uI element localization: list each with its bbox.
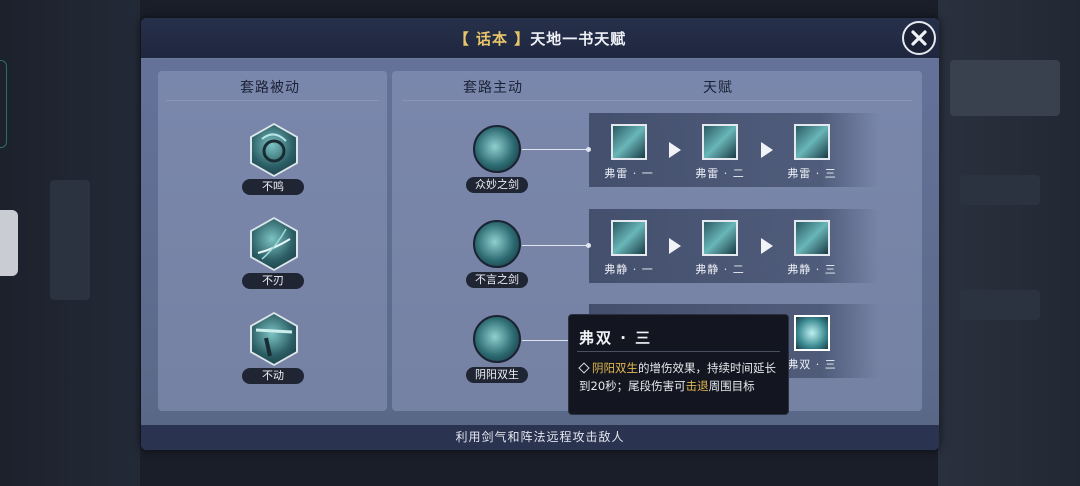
tooltip-title: 弗双 · 三	[579, 329, 653, 347]
dialog-title: 【 话本 】天地一书天赋	[141, 28, 939, 49]
sword-icon	[702, 220, 738, 256]
active-skill-label: 众妙之剑	[466, 177, 528, 193]
active-skill-label: 阴阳双生	[466, 367, 528, 383]
background-side-tab[interactable]	[0, 210, 18, 276]
dialog-title-tag: 【 话本 】	[453, 30, 531, 48]
background-block	[960, 290, 1040, 320]
vortex-sword-icon	[473, 220, 521, 268]
talent-label: 弗雷 · 二	[695, 167, 745, 180]
active-skill-label: 不言之剑	[466, 272, 528, 288]
arrow-right-icon	[669, 142, 681, 158]
slash-icon	[611, 124, 647, 160]
arrow-right-icon	[761, 142, 773, 158]
divider	[166, 100, 379, 101]
passive-panel: 套路被动 不鸣 不刃 不动	[158, 71, 387, 411]
tooltip-description: 阴阳双生的增伤效果，持续时间延长到20秒；尾段伤害可击退周围目标	[578, 359, 779, 395]
active-skill[interactable]: 众妙之剑	[466, 125, 528, 201]
sword-dash-icon	[473, 125, 521, 173]
tooltip-highlight: 阴阳双生	[592, 361, 638, 375]
talent-node[interactable]: 弗雷 · 二	[685, 124, 755, 188]
skill-description-footer: 利用剑气和阵法远程攻击敌人	[141, 425, 939, 450]
active-skill[interactable]: 阴阳双生	[466, 315, 528, 391]
tooltip-highlight: 击退	[685, 379, 709, 393]
talent-node[interactable]: 弗静 · 三	[777, 220, 847, 284]
dialog-body: 套路被动 不鸣 不刃 不动 套路主动 天赋 众妙之剑 弗雷 · 一 弗雷 · 二…	[141, 59, 939, 425]
slash-icon	[794, 124, 830, 160]
arrow-right-icon	[669, 238, 681, 254]
vortex-icon	[794, 220, 830, 256]
talent-column-header: 天赋	[703, 80, 733, 96]
background-block	[950, 60, 1060, 116]
passive-skill-label: 不刃	[242, 273, 304, 289]
hex-frame	[250, 123, 298, 177]
connector-line	[522, 147, 591, 152]
talent-dialog: 【 话本 】天地一书天赋 套路被动 不鸣 不刃 不动 套路主动 天赋 众妙之剑 …	[141, 18, 939, 450]
passive-skill-label: 不动	[242, 368, 304, 384]
meditation-icon	[794, 315, 830, 351]
background-side-frame	[0, 60, 7, 148]
talent-node[interactable]: 弗静 · 二	[685, 220, 755, 284]
active-skill[interactable]: 不言之剑	[466, 220, 528, 296]
active-column-header: 套路主动	[463, 80, 523, 96]
blade-flash-icon	[252, 219, 296, 269]
talent-label: 弗雷 · 三	[787, 167, 837, 180]
passive-skill[interactable]: 不鸣	[232, 123, 312, 203]
arrow-right-icon	[761, 238, 773, 254]
talent-tooltip: 弗双 · 三 阴阳双生的增伤效果，持续时间延长到20秒；尾段伤害可击退周围目标	[568, 314, 789, 415]
passive-skill[interactable]: 不刃	[232, 217, 312, 297]
diamond-bullet-icon	[578, 362, 590, 374]
stance-icon	[252, 314, 296, 364]
tooltip-text: 周围目标	[708, 379, 755, 393]
background-block	[50, 180, 90, 300]
talent-node[interactable]: 弗雷 · 一	[594, 124, 664, 188]
background-block	[960, 175, 1040, 205]
connector-line	[522, 243, 591, 248]
hex-frame	[250, 217, 298, 271]
talent-label: 弗雷 · 一	[604, 167, 654, 180]
talent-label: 弗静 · 三	[787, 263, 837, 276]
divider	[402, 100, 912, 101]
slash-icon	[702, 124, 738, 160]
talent-label: 弗静 · 一	[604, 263, 654, 276]
sword-arc-icon	[252, 125, 296, 175]
talent-node[interactable]: 弗静 · 一	[594, 220, 664, 284]
passive-column-header: 套路被动	[240, 80, 300, 96]
dialog-title-text: 天地一书天赋	[530, 30, 627, 48]
passive-skill-label: 不鸣	[242, 179, 304, 195]
close-button[interactable]	[902, 21, 936, 55]
passive-skill[interactable]: 不动	[232, 312, 312, 392]
yin-yang-icon	[473, 315, 521, 363]
close-icon	[911, 30, 927, 46]
talent-node[interactable]: 弗雷 · 三	[777, 124, 847, 188]
dialog-header: 【 话本 】天地一书天赋	[141, 18, 939, 59]
talent-label: 弗静 · 二	[695, 263, 745, 276]
tooltip-divider	[577, 351, 780, 352]
hex-frame	[250, 312, 298, 366]
sword-icon	[611, 220, 647, 256]
